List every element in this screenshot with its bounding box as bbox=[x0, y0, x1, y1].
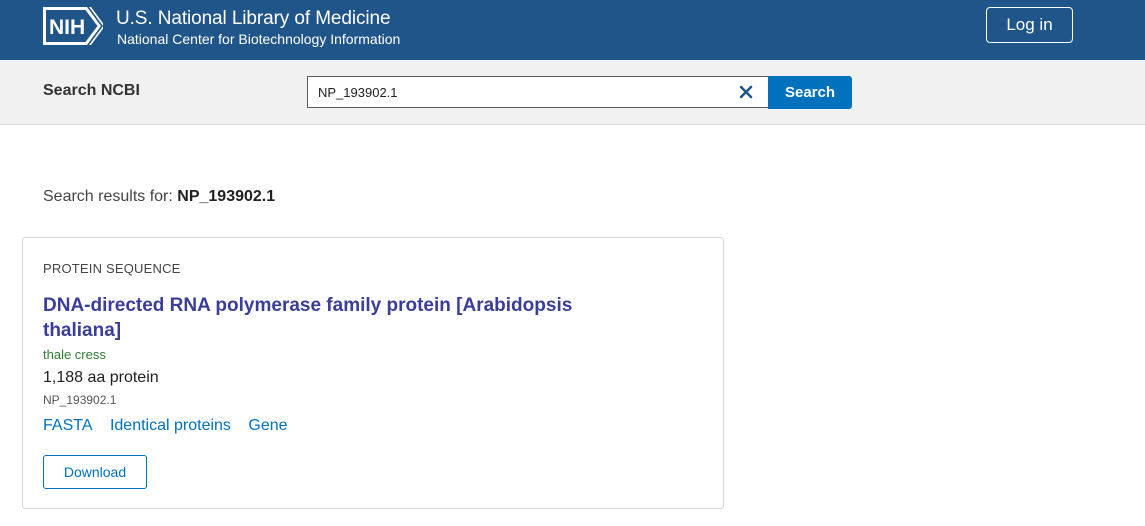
result-type: PROTEIN SEQUENCE bbox=[43, 261, 181, 276]
svg-text:NIH: NIH bbox=[49, 16, 85, 39]
gene-link[interactable]: Gene bbox=[248, 417, 287, 434]
nih-logo[interactable]: NIH bbox=[43, 7, 103, 45]
identical-proteins-link[interactable]: Identical proteins bbox=[110, 417, 231, 434]
result-accession: NP_193902.1 bbox=[43, 393, 117, 407]
library-title: U.S. National Library of Medicine bbox=[116, 8, 391, 29]
fasta-link[interactable]: FASTA bbox=[43, 417, 93, 434]
result-links: FASTA Identical proteins Gene bbox=[43, 417, 301, 435]
results-heading: Search results for: NP_193902.1 bbox=[43, 188, 275, 206]
library-subtitle: National Center for Biotechnology Inform… bbox=[117, 31, 401, 47]
result-length: 1,188 aa protein bbox=[43, 369, 159, 386]
search-label: Search NCBI bbox=[43, 82, 140, 99]
search-button[interactable]: Search bbox=[768, 76, 852, 109]
result-title-link[interactable]: DNA-directed RNA polymerase family prote… bbox=[43, 293, 633, 343]
results-prefix: Search results for: bbox=[43, 188, 178, 205]
search-field bbox=[307, 76, 768, 108]
search-input[interactable] bbox=[308, 77, 728, 107]
results-query: NP_193902.1 bbox=[177, 188, 276, 205]
top-header: NIH U.S. National Library of Medicine Na… bbox=[0, 0, 1145, 60]
download-button[interactable]: Download bbox=[43, 455, 147, 489]
result-card: PROTEIN SEQUENCE DNA-directed RNA polyme… bbox=[22, 237, 724, 509]
search-bar: Search NCBI Search bbox=[0, 60, 1145, 125]
login-button[interactable]: Log in bbox=[986, 7, 1073, 43]
result-organism: thale cress bbox=[43, 347, 106, 362]
clear-icon[interactable] bbox=[738, 84, 754, 100]
